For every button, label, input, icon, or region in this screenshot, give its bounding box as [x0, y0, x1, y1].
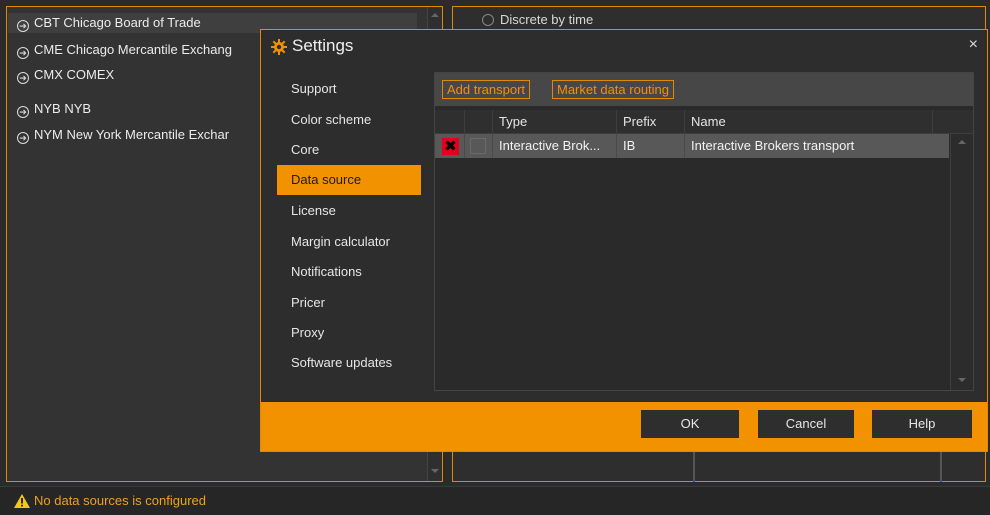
column-header-prefix[interactable]: Prefix: [617, 110, 685, 133]
scroll-down-icon[interactable]: [958, 378, 966, 382]
dialog-title: Settings: [292, 36, 354, 55]
table-row[interactable]: ✖ Interactive Brok... IB Interactive Bro…: [435, 134, 949, 158]
arrow-circle-icon: ➔: [17, 47, 29, 59]
check-cell: [465, 134, 493, 158]
status-message: No data sources is configured: [34, 493, 206, 508]
cell-prefix: IB: [617, 134, 685, 158]
divider: [940, 452, 942, 482]
delete-cell: ✖: [435, 134, 465, 158]
divider: [693, 452, 695, 482]
nav-item-support[interactable]: Support: [277, 74, 421, 104]
data-source-panel: Add transport Market data routing Type P…: [434, 72, 974, 391]
help-button[interactable]: Help: [872, 410, 972, 438]
cell-type: Interactive Brok...: [493, 134, 617, 158]
scroll-up-icon[interactable]: [958, 140, 966, 144]
exchange-item[interactable]: ➔ CMX COMEX: [17, 65, 114, 85]
exchange-item[interactable]: ➔ CME Chicago Mercantile Exchang: [17, 40, 232, 60]
column-header-name[interactable]: Name: [685, 110, 933, 133]
nav-item-notifications[interactable]: Notifications: [277, 257, 421, 287]
ok-button[interactable]: OK: [641, 410, 739, 438]
status-bar: No data sources is configured: [0, 486, 990, 515]
grid-scrollbar[interactable]: [950, 134, 973, 390]
transport-toolbar: Add transport Market data routing: [435, 73, 973, 106]
nav-item-software-updates[interactable]: Software updates: [277, 348, 421, 378]
nav-item-margin-calculator[interactable]: Margin calculator: [277, 227, 421, 257]
nav-item-pricer[interactable]: Pricer: [277, 288, 421, 318]
dialog-titlebar[interactable]: Settings ×: [261, 30, 987, 64]
nav-item-color-scheme[interactable]: Color scheme: [277, 105, 421, 135]
market-data-routing-button[interactable]: Market data routing: [552, 80, 675, 99]
discrete-by-time-radio[interactable]: Discrete by time: [482, 12, 593, 27]
grid-header-check: [465, 110, 493, 133]
settings-dialog: Settings × Support Color scheme Core Dat…: [260, 29, 988, 452]
dialog-button-bar: OK Cancel Help: [261, 402, 987, 451]
exchange-item[interactable]: ➔ NYB NYB: [17, 99, 91, 119]
radio-circle-icon[interactable]: [482, 14, 494, 26]
gear-icon: [271, 39, 287, 55]
nav-item-data-source[interactable]: Data source: [277, 165, 421, 195]
grid-header: Type Prefix Name: [435, 110, 973, 134]
scroll-up-icon[interactable]: [431, 13, 439, 17]
nav-item-proxy[interactable]: Proxy: [277, 318, 421, 348]
delete-icon[interactable]: ✖: [442, 138, 459, 155]
nav-item-core[interactable]: Core: [277, 135, 421, 165]
close-icon[interactable]: ×: [969, 36, 978, 54]
arrow-circle-icon: ➔: [17, 106, 29, 118]
warning-icon: [14, 494, 30, 508]
column-header-type[interactable]: Type: [493, 110, 617, 133]
arrow-circle-icon: ➔: [17, 20, 29, 32]
cancel-button[interactable]: Cancel: [758, 410, 854, 438]
row-checkbox[interactable]: [470, 138, 486, 154]
nav-item-license[interactable]: License: [277, 196, 421, 226]
grid-header-delete: [435, 110, 465, 133]
arrow-circle-icon: ➔: [17, 72, 29, 84]
exchange-item[interactable]: ➔ NYM New York Mercantile Exchar: [17, 125, 229, 145]
scroll-down-icon[interactable]: [431, 469, 439, 473]
arrow-circle-icon: ➔: [17, 132, 29, 144]
cell-name: Interactive Brokers transport: [691, 138, 855, 153]
add-transport-button[interactable]: Add transport: [442, 80, 531, 99]
